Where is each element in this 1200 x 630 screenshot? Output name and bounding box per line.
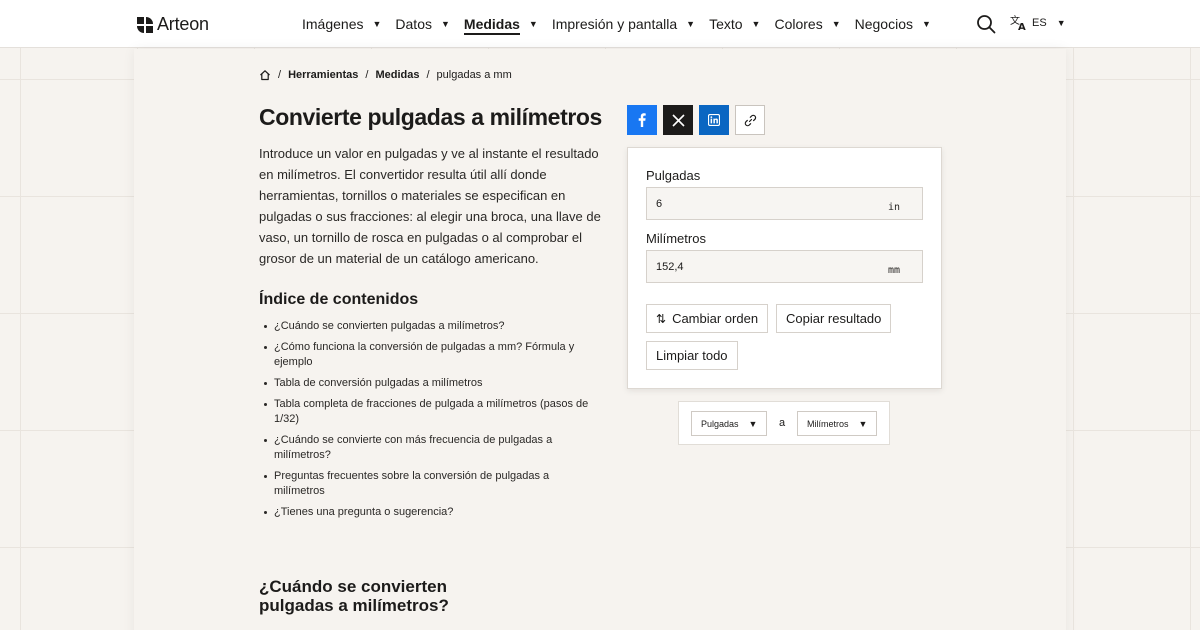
caret-down-icon: ▼ — [831, 19, 841, 29]
inches-field[interactable]: in — [646, 187, 923, 220]
inches-input[interactable] — [647, 188, 922, 219]
language-code: ES — [1032, 16, 1047, 29]
share-bar — [627, 105, 771, 135]
page-title: Convierte pulgadas a milímetros — [259, 104, 602, 130]
x-icon — [671, 113, 685, 127]
caret-down-icon: ▼ — [922, 19, 931, 29]
caret-down-icon: ▼ — [372, 19, 382, 29]
toc-item[interactable]: ¿Cómo funciona la conversión de pulgadas… — [264, 340, 594, 370]
svg-text:A: A — [1018, 22, 1026, 31]
nav-item-label: Datos — [395, 16, 432, 32]
inches-label: Pulgadas — [646, 168, 701, 183]
share-facebook-button[interactable] — [627, 105, 657, 135]
caret-down-icon: ▼ — [686, 19, 696, 29]
toc-item[interactable]: ¿Cuándo se convierte con más frecuencia … — [264, 433, 594, 463]
millimeters-input[interactable] — [647, 251, 922, 282]
from-unit-select[interactable]: Pulgadas ▼ — [691, 411, 768, 436]
logo-icon — [137, 16, 153, 33]
brand-logo[interactable]: Arteon — [137, 14, 209, 35]
breadcrumb-item-medidas[interactable]: Medidas — [375, 69, 419, 81]
copy-result-label: Copiar resultado — [786, 311, 882, 326]
clear-all-label: Limpiar todo — [656, 348, 728, 363]
toc-item[interactable]: Preguntas frecuentes sobre la conversión… — [264, 469, 594, 499]
nav-item-label: Negocios — [854, 16, 913, 32]
top-header: Arteon Imágenes ▼ Datos ▼ Medidas ▼ Impr… — [0, 0, 1200, 48]
nav-item-label: Colores — [774, 16, 823, 32]
nav-item-label: Impresión y pantalla — [551, 16, 678, 32]
breadcrumb-separator: / — [426, 69, 430, 81]
swap-icon: ⇅ — [656, 311, 667, 326]
caret-down-icon: ▼ — [528, 19, 538, 29]
clear-all-button[interactable]: Limpiar todo — [646, 341, 738, 370]
caret-down-icon: ▼ — [1056, 17, 1066, 28]
millimeters-field[interactable]: mm — [646, 250, 923, 283]
language-selector[interactable]: 文 A ES ▼ — [1010, 14, 1066, 31]
linkedin-icon — [708, 114, 720, 126]
converter-card: Pulgadas in Milímetros mm ⇅ Cambiar orde… — [627, 147, 942, 389]
caret-down-icon: ▼ — [858, 418, 868, 429]
link-icon — [744, 114, 756, 126]
search-icon[interactable] — [976, 14, 996, 34]
facebook-icon — [638, 113, 646, 127]
swap-order-label: Cambiar orden — [672, 311, 759, 326]
swap-order-button[interactable]: ⇅ Cambiar orden — [646, 304, 769, 333]
toc-title: Índice de contenidos — [259, 291, 419, 308]
unit-connector: a — [779, 417, 786, 429]
caret-down-icon: ▼ — [751, 19, 761, 29]
millimeters-unit: mm — [887, 265, 900, 276]
millimeters-label: Milímetros — [646, 231, 706, 246]
breadcrumb-separator: / — [278, 69, 282, 81]
intro-paragraph: Introduce un valor en pulgadas y ve al i… — [259, 146, 601, 266]
to-unit-select[interactable]: Milímetros ▼ — [797, 411, 878, 436]
toc-item[interactable]: Tabla de conversión pulgadas a milímetro… — [264, 376, 594, 391]
nav-item-medidas[interactable]: Medidas ▼ — [463, 0, 538, 48]
nav-item-label: Texto — [709, 16, 743, 32]
share-linkedin-button[interactable] — [699, 105, 729, 135]
nav-item-texto[interactable]: Texto ▼ — [709, 0, 760, 48]
toc-item[interactable]: ¿Cuándo se convierten pulgadas a milímet… — [264, 319, 594, 334]
share-x-button[interactable] — [663, 105, 693, 135]
nav-item-negocios[interactable]: Negocios ▼ — [855, 0, 931, 48]
nav-item-datos[interactable]: Datos ▼ — [395, 0, 450, 48]
nav-item-colores[interactable]: Colores ▼ — [774, 0, 840, 48]
breadcrumb-separator: / — [365, 69, 369, 81]
section-title: ¿Cuándo se convierten pulgadas a milímet… — [259, 577, 449, 615]
toc-list: ¿Cuándo se convierten pulgadas a milímet… — [264, 319, 594, 526]
inches-unit: in — [887, 202, 900, 213]
nav-item-imagenes[interactable]: Imágenes ▼ — [302, 0, 381, 48]
breadcrumb-item-current: pulgadas a mm — [436, 69, 512, 81]
breadcrumb-item-herramientas[interactable]: Herramientas — [288, 69, 358, 81]
breadcrumb: / Herramientas / Medidas / pulgadas a mm — [259, 69, 512, 81]
from-unit-value: Pulgadas — [701, 418, 739, 429]
caret-down-icon: ▼ — [440, 19, 450, 29]
nav-item-label: Medidas — [463, 16, 520, 32]
caret-down-icon: ▼ — [748, 418, 758, 429]
main-nav: Imágenes ▼ Datos ▼ Medidas ▼ Impresión y… — [302, 0, 945, 48]
nav-item-impresion[interactable]: Impresión y pantalla ▼ — [552, 0, 695, 48]
home-icon[interactable] — [259, 69, 271, 81]
toc-item[interactable]: Tabla completa de fracciones de pulgada … — [264, 397, 594, 427]
translate-icon: 文 A — [1010, 14, 1026, 31]
nav-item-label: Imágenes — [302, 16, 364, 32]
unit-selector-bar: Pulgadas ▼ a Milímetros ▼ — [678, 401, 890, 445]
toc-item[interactable]: ¿Tienes una pregunta o sugerencia? — [264, 505, 594, 520]
brand-name: Arteon — [157, 14, 209, 34]
copy-link-button[interactable] — [735, 105, 765, 135]
to-unit-value: Milímetros — [807, 418, 849, 429]
copy-result-button[interactable]: Copiar resultado — [776, 304, 892, 333]
